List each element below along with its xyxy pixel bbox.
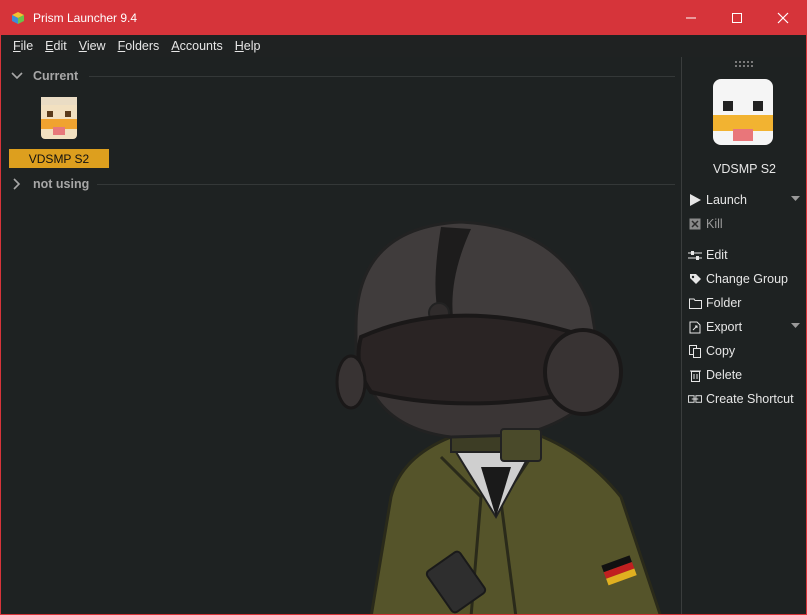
copy-label: Copy: [706, 344, 736, 358]
delete-button[interactable]: Delete: [688, 365, 800, 385]
dropdown-arrow-icon[interactable]: [791, 323, 800, 329]
create-shortcut-label: Create Shortcut: [706, 392, 794, 406]
background-artwork: [335, 220, 662, 614]
maximize-button[interactable]: [714, 1, 760, 35]
menu-folders[interactable]: Folders: [112, 39, 166, 53]
kill-icon: [689, 218, 701, 230]
menu-accounts-label: ccounts: [179, 39, 223, 53]
group-name: Current: [33, 69, 79, 83]
play-icon: [690, 194, 701, 206]
change-group-label: Change Group: [706, 272, 789, 286]
export-label: Export: [706, 320, 743, 334]
menu-edit-mnemonic: E: [45, 39, 54, 53]
chevron-right-icon: [13, 178, 21, 190]
menu-edit[interactable]: Edit: [39, 39, 73, 53]
menu-accounts-mnemonic: A: [171, 39, 180, 53]
instance-toolbar: VDSMP S2 Launch Kill Edit Change Group F…: [681, 57, 806, 614]
menu-view[interactable]: View: [73, 39, 112, 53]
menu-help-label: elp: [243, 39, 261, 53]
copy-button[interactable]: Copy: [688, 341, 800, 361]
copy-icon: [689, 344, 701, 358]
change-group-button[interactable]: Change Group: [688, 269, 800, 289]
launcher-window: Prism Launcher 9.4 File Edit View Folder…: [0, 0, 807, 615]
launch-label: Launch: [706, 193, 748, 207]
trash-icon: [689, 370, 701, 382]
menu-folders-label: olders: [125, 39, 160, 53]
group-divider: [89, 76, 675, 77]
menu-edit-label: dit: [53, 39, 67, 53]
export-button[interactable]: Export: [688, 317, 800, 337]
menu-view-label: iew: [86, 39, 106, 53]
selected-instance-name: VDSMP S2: [713, 162, 776, 176]
menu-view-mnemonic: V: [78, 39, 87, 53]
dropdown-arrow-icon[interactable]: [791, 196, 800, 202]
menu-bar: File Edit View Folders Accounts Help: [1, 35, 806, 57]
delete-label: Delete: [706, 368, 743, 382]
menu-file-label: ile: [20, 39, 34, 53]
sliders-icon: [688, 251, 702, 260]
menu-file-mnemonic: F: [13, 39, 21, 53]
minimize-button[interactable]: [668, 1, 714, 35]
export-icon: [689, 321, 701, 333]
group-divider: [97, 184, 675, 185]
folder-button[interactable]: Folder: [688, 293, 800, 313]
prism-app-icon: [12, 12, 24, 24]
kill-button[interactable]: Kill: [688, 214, 800, 234]
minimize-icon: [686, 17, 696, 19]
create-shortcut-button[interactable]: Create Shortcut: [688, 389, 800, 409]
folder-icon: [688, 298, 702, 309]
shortcut-icon: [688, 395, 702, 403]
group-header-not-using[interactable]: not using: [11, 177, 89, 191]
instance-view[interactable]: Current VDSMP S2 not using: [1, 57, 681, 614]
group-name: not using: [33, 177, 90, 191]
title-bar[interactable]: Prism Launcher 9.4: [1, 1, 806, 35]
maximize-icon: [732, 13, 742, 23]
instance-large-icon[interactable]: [711, 77, 775, 149]
menu-help[interactable]: Help: [229, 39, 267, 53]
group-header-current[interactable]: Current: [11, 69, 78, 83]
kill-label: Kill: [706, 217, 723, 231]
menu-accounts[interactable]: Accounts: [165, 39, 228, 53]
tag-icon: [689, 274, 701, 284]
launch-button[interactable]: Launch: [688, 190, 800, 210]
menu-help-mnemonic: H: [234, 39, 244, 53]
close-button[interactable]: [760, 1, 806, 35]
chevron-down-icon: [11, 72, 23, 80]
grip-handle-icon[interactable]: [734, 61, 754, 67]
instance-name-label[interactable]: VDSMP S2: [9, 149, 109, 168]
window-title: Prism Launcher 9.4: [33, 11, 138, 25]
edit-button[interactable]: Edit: [688, 245, 800, 265]
folder-label: Folder: [706, 296, 742, 310]
menu-file[interactable]: File: [7, 39, 39, 53]
instance-icon[interactable]: [9, 95, 109, 147]
edit-label: Edit: [706, 248, 728, 262]
close-icon: [777, 12, 789, 24]
